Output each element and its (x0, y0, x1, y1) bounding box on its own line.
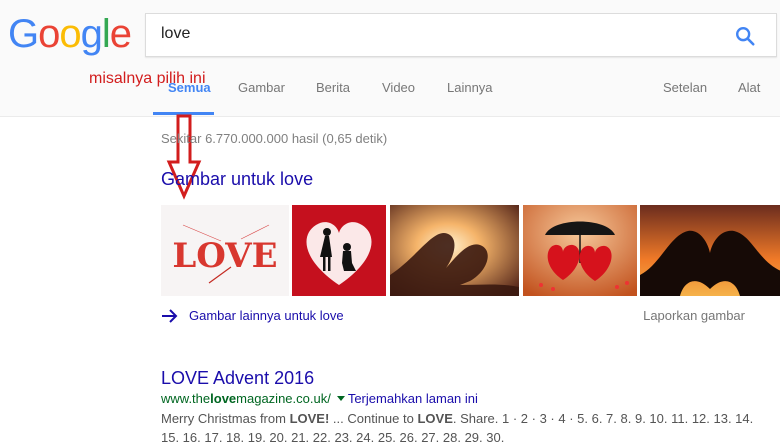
logo-letter: g (80, 12, 103, 56)
search-icon[interactable] (734, 25, 756, 47)
snippet-part-bold: LOVE (417, 411, 453, 426)
google-logo[interactable]: Google (8, 10, 132, 58)
url-part: magazine.co.uk/ (236, 391, 331, 406)
report-images-link[interactable]: Laporkan gambar (643, 308, 745, 323)
logo-letter: G (8, 12, 39, 56)
image-thumbnail-hands-silhouette[interactable] (640, 205, 780, 296)
tab-images[interactable]: Gambar (238, 80, 285, 95)
image-thumbnail-hands-heart[interactable] (390, 205, 519, 296)
logo-letter: o (59, 12, 81, 56)
logo-letter: o (38, 12, 60, 56)
result-url: www.thelovemagazine.co.uk/ (161, 391, 331, 406)
url-part: www.the (161, 391, 211, 406)
tab-news[interactable]: Berita (316, 80, 350, 95)
image-thumbnails: LOVE (161, 205, 780, 296)
tab-video[interactable]: Video (382, 80, 415, 95)
image-thumbnail-love-text[interactable]: LOVE (161, 205, 289, 296)
thumb-love-text: LOVE (172, 236, 277, 276)
header: Google Semua Gambar Berita Video Lainnya… (0, 0, 780, 117)
result-snippet: Merry Christmas from LOVE! ... Continue … (161, 409, 771, 447)
result-stats: Sekitar 6.770.000.000 hasil (0,65 detik) (161, 131, 388, 146)
more-images-link[interactable]: Gambar lainnya untuk love (189, 308, 344, 323)
image-thumbnail-couple-heart[interactable] (292, 205, 386, 296)
images-heading-link[interactable]: Gambar untuk love (161, 169, 313, 190)
tab-more[interactable]: Lainnya (447, 80, 493, 95)
logo-letter: e (109, 12, 132, 56)
translate-link[interactable]: Terjemahkan laman ini (348, 391, 478, 406)
search-input[interactable] (161, 25, 701, 43)
snippet-part: ... Continue to (329, 411, 418, 426)
chevron-down-icon[interactable] (336, 396, 345, 402)
snippet-part-bold: LOVE! (289, 411, 330, 426)
more-images-row: Gambar lainnya untuk love Laporkan gamba… (161, 307, 751, 327)
search-box (145, 13, 777, 57)
arrow-right-icon (162, 309, 178, 323)
tab-tools[interactable]: Alat (738, 80, 760, 95)
url-part-bold: love (210, 391, 237, 406)
tab-settings[interactable]: Setelan (663, 80, 707, 95)
logo-letter: l (101, 12, 111, 56)
snippet-part: Merry Christmas from (161, 411, 290, 426)
search-result: LOVE Advent 2016 www.thelovemagazine.co.… (161, 368, 780, 447)
annotation-text: misalnya pilih ini (89, 70, 206, 87)
result-title-link[interactable]: LOVE Advent 2016 (161, 368, 780, 389)
image-thumbnail-hearts-umbrella[interactable] (523, 205, 637, 296)
result-url-row: www.thelovemagazine.co.uk/Terjemahkan la… (161, 390, 780, 408)
